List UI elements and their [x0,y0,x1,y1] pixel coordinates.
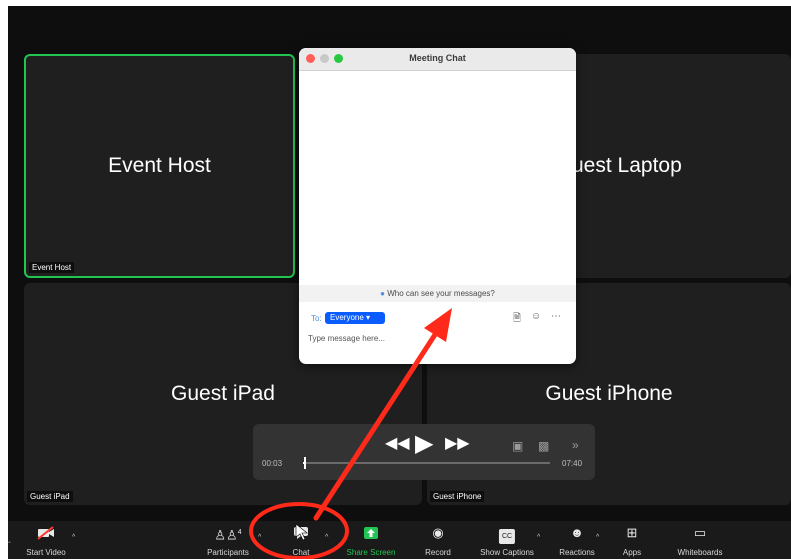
tile-name: Event Host [108,154,211,177]
playback-progress-bar[interactable] [303,457,550,469]
participants-icon: ♙♙4 [214,527,242,543]
who-can-see-messages-link[interactable]: ● Who can see your messages? [299,285,576,302]
tile-label: Guest iPhone [430,491,485,502]
share-screen-button[interactable]: Share Screen [338,521,404,559]
meeting-toolbar: ‸ Start Video ^ ♙♙4 Participants ^ Chat … [8,521,791,559]
whiteboards-label: Whiteboards [677,548,723,557]
participants-label: Participants [207,548,249,557]
recipient-dropdown[interactable]: Everyone ▾ [325,312,385,324]
tile-name: Guest iPhone [545,382,673,405]
video-off-icon [37,526,55,542]
show-captions-button[interactable]: CC Show Captions [470,521,544,559]
people-icon: ● [380,289,385,298]
progress-scrubber[interactable] [304,457,307,469]
apps-button[interactable]: ⊞ Apps [614,521,650,559]
show-captions-label: Show Captions [480,548,534,557]
record-icon: ◉ [432,525,444,540]
captions-options-caret[interactable]: ^ [537,534,540,541]
emoji-icon[interactable]: ☺ [531,311,541,322]
fast-forward-icon[interactable]: ▶▶ [445,436,470,452]
chat-bubble-icon [293,526,309,542]
chat-message-area[interactable] [299,71,576,285]
remaining-time: 07:40 [562,459,583,468]
participants-button[interactable]: ♙♙4 Participants [198,521,258,559]
picture-in-picture-icon[interactable]: ▩ [538,438,549,454]
share-screen-icon [363,526,379,542]
chat-title: Meeting Chat [409,53,466,63]
reactions-label: Reactions [559,548,595,557]
chat-label: Chat [292,548,310,557]
recipient-value: Everyone [330,313,364,322]
video-tile-event-host[interactable]: Event Host Event Host [24,54,295,278]
video-off-svg [37,526,54,540]
cc-icon: CC [498,529,516,544]
who-can-see-label: Who can see your messages? [387,289,495,298]
chat-options-caret[interactable]: ^ [325,534,328,541]
apps-icon: ⊞ [626,525,638,540]
reactions-button[interactable]: ☻ Reactions [553,521,601,559]
more-options-icon[interactable]: ⋯ [551,311,561,322]
apps-label: Apps [622,548,642,557]
whiteboard-icon: ▭ [693,525,707,540]
rewind-icon[interactable]: ◀◀ [385,436,410,452]
airplay-icon[interactable]: ▣ [512,438,523,454]
participants-count: 4 [237,529,242,536]
start-video-label: Start Video [26,548,66,557]
share-screen-label: Share Screen [346,548,396,557]
media-player-controls: ◀◀ ▶ ▶▶ ▣ ▩ » 00:03 07:40 [253,424,595,480]
meeting-chat-window: Meeting Chat ● Who can see your messages… [299,48,576,364]
message-input[interactable]: Type message here... [308,334,385,343]
tile-label: Event Host [29,262,75,273]
chat-bubble-svg [294,527,308,539]
tile-label: Guest iPad [27,491,73,502]
reactions-options-caret[interactable]: ^ [596,534,599,541]
chat-titlebar[interactable]: Meeting Chat [299,48,576,71]
chat-button[interactable]: Chat [286,521,316,559]
chevron-right-icon[interactable]: » [572,437,579,453]
record-button[interactable]: ◉ Record [416,521,460,559]
elapsed-time: 00:03 [262,459,283,468]
share-screen-svg [364,527,378,539]
tile-name: Guest iPad [171,382,275,405]
dropdown-arrow-icon: ▾ [366,313,371,322]
file-icon[interactable]: 🗎 [513,311,521,328]
video-options-caret[interactable]: ^ [72,534,75,541]
emoji-icon: ☻ [570,525,584,540]
whiteboards-button[interactable]: ▭ Whiteboards [668,521,732,559]
record-label: Record [425,548,451,557]
left-edge-caret-icon: ‸ [8,534,11,543]
play-icon[interactable]: ▶ [415,432,433,456]
start-video-button[interactable]: Start Video [22,521,70,559]
tile-name: uest Laptop [572,154,682,177]
to-label: To: [311,314,322,323]
participants-options-caret[interactable]: ^ [258,534,261,541]
